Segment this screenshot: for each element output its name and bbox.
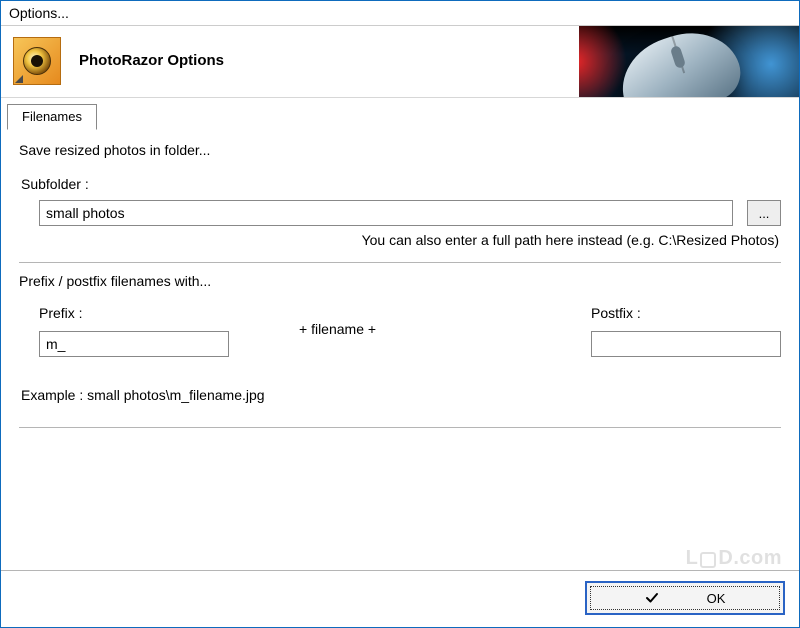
ok-label: OK: [707, 591, 726, 606]
subfolder-input[interactable]: [39, 200, 733, 226]
save-heading: Save resized photos in folder...: [19, 142, 781, 158]
prefix-label: Prefix :: [39, 305, 229, 321]
tab-pane-filenames: Save resized photos in folder... Subfold…: [1, 130, 799, 421]
ellipsis-icon: ...: [759, 206, 770, 221]
affix-heading: Prefix / postfix filenames with...: [19, 273, 781, 289]
header-banner: PhotoRazor Options: [1, 26, 799, 98]
postfix-label: Postfix :: [591, 305, 781, 321]
plus-filename-text: + filename +: [239, 321, 416, 341]
ok-button[interactable]: OK: [585, 581, 785, 615]
subfolder-hint: You can also enter a full path here inst…: [19, 232, 779, 248]
button-bar: OK: [1, 570, 799, 627]
tab-strip: Filenames: [7, 104, 799, 130]
window-titlebar[interactable]: Options...: [1, 1, 799, 26]
divider-bottom: [19, 427, 781, 428]
window-title: Options...: [9, 5, 69, 21]
tab-filenames[interactable]: Filenames: [7, 104, 97, 130]
header-art: [579, 26, 799, 97]
divider: [19, 262, 781, 263]
app-icon: [13, 37, 61, 85]
content-area: Filenames Save resized photos in folder.…: [1, 98, 799, 627]
postfix-input[interactable]: [591, 331, 781, 357]
check-icon: [645, 591, 659, 605]
example-text: Example : small photos\m_filename.jpg: [21, 387, 781, 403]
options-window: Options... PhotoRazor Options Filenames …: [0, 0, 800, 628]
prefix-input[interactable]: [39, 331, 229, 357]
browse-button[interactable]: ...: [747, 200, 781, 226]
header-title: PhotoRazor Options: [79, 52, 224, 69]
tab-label: Filenames: [22, 109, 82, 124]
subfolder-label: Subfolder :: [21, 176, 781, 192]
